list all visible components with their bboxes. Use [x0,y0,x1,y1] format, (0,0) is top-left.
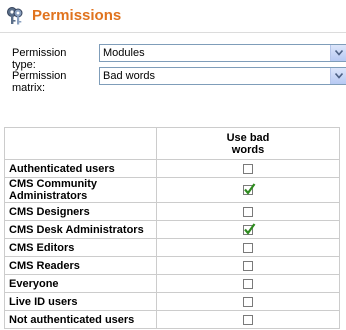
role-column-header [4,127,157,160]
permission-checkbox-checked[interactable] [243,222,256,235]
column-header-line2: words [231,144,265,156]
permission-checkbox[interactable] [243,242,253,253]
keys-icon [7,7,23,25]
role-name: Authenticated users [4,159,157,178]
permission-checkbox[interactable] [243,314,253,325]
chevron-down-icon [335,73,343,79]
permission-matrix-label: Permission matrix: [12,70,67,94]
table-row: Not authenticated users [4,310,340,329]
permission-cell [156,238,340,257]
role-name: CMS Editors [4,238,157,257]
page-header: Permissions [0,0,346,33]
permission-cell [156,274,340,293]
permission-matrix-value: Bad words [103,70,155,82]
role-name: CMS Community Administrators [4,177,157,203]
table-row: Authenticated users [4,159,340,178]
role-name: CMS Readers [4,256,157,275]
permission-type-label: Permission type: [12,47,67,71]
table-row: Everyone [4,274,340,293]
role-name: Live ID users [4,292,157,311]
role-name: Not authenticated users [4,310,157,329]
permission-matrix-select[interactable]: Bad words [99,67,346,85]
permission-cell [156,177,340,203]
permission-checkbox-checked[interactable] [243,183,256,196]
role-name: CMS Designers [4,202,157,221]
permission-checkbox[interactable] [243,206,253,217]
permission-type-value: Modules [103,47,145,59]
chevron-down-icon [335,50,343,56]
permission-matrix-dropdown-button[interactable] [330,68,346,84]
permission-cell [156,159,340,178]
table-row: CMS Readers [4,256,340,275]
permission-checkbox[interactable] [243,278,253,289]
permission-cell [156,220,340,239]
permission-checkbox[interactable] [243,260,253,271]
permission-cell [156,256,340,275]
table-row: Live ID users [4,292,340,311]
permission-cell [156,292,340,311]
permission-matrix-table: Use bad words Authenticated users CMS Com… [4,127,340,329]
permission-cell [156,310,340,329]
table-row: CMS Designers [4,202,340,221]
page-title: Permissions [32,7,122,24]
role-name: Everyone [4,274,157,293]
permission-type-dropdown-button[interactable] [330,45,346,61]
table-row: CMS Editors [4,238,340,257]
permission-checkbox[interactable] [243,296,253,307]
permission-checkbox[interactable] [243,163,253,174]
table-header-row: Use bad words [4,127,340,160]
checkmark-icon [244,222,256,235]
permission-cell [156,202,340,221]
use-bad-words-column-header: Use bad words [156,127,340,160]
checkmark-icon [244,183,256,195]
table-row: CMS Desk Administrators [4,220,340,239]
role-name: CMS Desk Administrators [4,220,157,239]
table-row: CMS Community Administrators [4,177,340,203]
permission-type-select[interactable]: Modules [99,44,346,62]
column-header-line1: Use bad [226,132,270,144]
